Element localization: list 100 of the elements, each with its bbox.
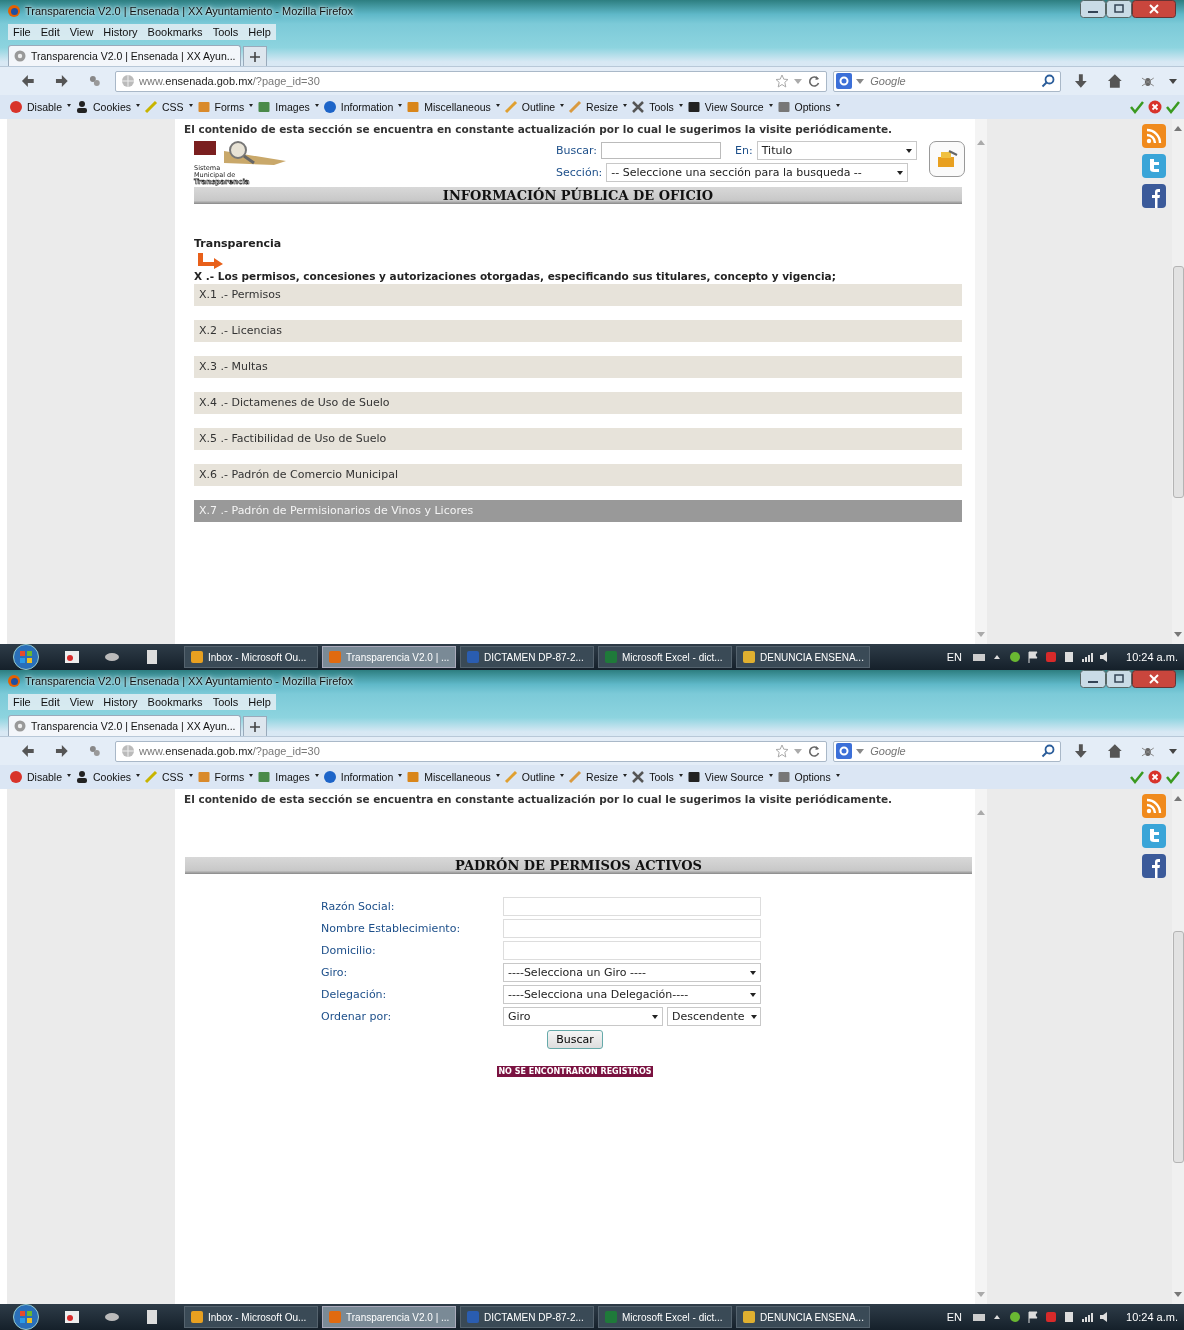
signal-icon[interactable] xyxy=(1080,1310,1094,1324)
close-icon[interactable] xyxy=(1132,670,1176,688)
menu-item[interactable]: Edit xyxy=(35,24,65,40)
checkmark-icon[interactable] xyxy=(1130,100,1144,114)
list-item[interactable]: X.1 .- Permisos xyxy=(194,284,962,306)
download-icon[interactable] xyxy=(1072,743,1089,759)
search-button[interactable] xyxy=(928,141,965,177)
toolbar-menu[interactable]: CSS xyxy=(143,770,193,784)
text-field[interactable] xyxy=(503,941,761,960)
checkmark-icon[interactable] xyxy=(1166,100,1180,114)
toolbar-menu[interactable]: Options xyxy=(776,770,840,784)
browser-tab[interactable]: Transparencia V2.0 | Ensenada | XX Ayun... xyxy=(8,45,241,66)
toolbar-menu[interactable]: Resize xyxy=(568,770,628,784)
toolbar-menu[interactable]: Forms xyxy=(196,100,254,114)
dropdown-icon[interactable] xyxy=(1168,746,1178,756)
select-field[interactable]: -- Seleccione una sección para la busqueda -- xyxy=(606,163,909,182)
menu-item[interactable]: Help xyxy=(243,694,276,710)
error-icon[interactable] xyxy=(1148,100,1162,114)
toolbar-menu[interactable]: Options xyxy=(776,100,840,114)
reload-icon[interactable] xyxy=(807,74,822,88)
bird-logo-icon[interactable] xyxy=(1142,824,1166,848)
select-field[interactable]: Titulo xyxy=(756,141,917,160)
toolbar-menu[interactable]: Images xyxy=(257,770,319,784)
toolbar-menu[interactable]: Resize xyxy=(568,100,628,114)
toolbar-menu[interactable]: Miscellaneous xyxy=(406,100,500,114)
f-logo-icon[interactable] xyxy=(1142,854,1166,878)
select-field[interactable]: Descendente xyxy=(667,1007,761,1026)
list-item[interactable]: X.3 .- Multas xyxy=(194,356,962,378)
language-indicator[interactable]: EN xyxy=(946,651,962,663)
url-field[interactable]: www.ensenada.gob.mx/?page_id=30 xyxy=(115,740,828,762)
text-field[interactable] xyxy=(503,919,761,938)
error-icon[interactable] xyxy=(1148,770,1162,784)
list-item[interactable]: X.5 .- Factibilidad de Uso de Suelo xyxy=(194,428,962,450)
checkmark-icon[interactable] xyxy=(1166,770,1180,784)
new-tab-button[interactable] xyxy=(242,46,267,66)
taskbar-item[interactable]: Inbox - Microsoft Ou... xyxy=(184,1306,318,1328)
close-icon[interactable] xyxy=(1132,0,1176,18)
toolbar-menu[interactable]: Cookies xyxy=(75,770,140,784)
reload-icon[interactable] xyxy=(807,744,822,758)
download-icon[interactable] xyxy=(1072,73,1089,89)
toolbar-menu[interactable]: Disable xyxy=(9,770,72,784)
taskbar-item[interactable]: DICTAMEN DP-87-2... xyxy=(460,1306,594,1328)
search-field[interactable]: Google xyxy=(833,70,1061,92)
scrollbar-thumb[interactable] xyxy=(1172,265,1184,498)
dropdown-icon[interactable] xyxy=(1168,76,1178,86)
start-button[interactable] xyxy=(10,1304,42,1330)
dropdown-icon[interactable] xyxy=(855,76,866,86)
app-icon[interactable] xyxy=(64,649,80,665)
scroll-up-icon[interactable] xyxy=(1174,125,1182,131)
toolbar-menu[interactable]: Tools xyxy=(631,100,683,114)
checkmark-icon[interactable] xyxy=(1130,770,1144,784)
toolbar-menu[interactable]: Information xyxy=(322,100,403,114)
taskbar-item[interactable]: DENUNCIA ENSENA... xyxy=(736,1306,870,1328)
menu-item[interactable]: History xyxy=(98,694,143,710)
taskbar-item[interactable]: Microsoft Excel - dict... xyxy=(598,1306,732,1328)
forward-icon[interactable] xyxy=(53,743,70,759)
toolbar-menu[interactable]: Images xyxy=(257,100,319,114)
home-icon[interactable] xyxy=(1106,73,1123,89)
clock[interactable]: 10:24 a.m. xyxy=(1126,651,1178,663)
menu-item[interactable]: History xyxy=(98,24,143,40)
menu-item[interactable]: View xyxy=(64,24,99,40)
menu-item[interactable]: File xyxy=(8,694,36,710)
menu-item[interactable]: Help xyxy=(243,24,276,40)
toolbar-menu[interactable]: Miscellaneous xyxy=(406,770,500,784)
select-field[interactable]: ----Selecciona un Giro ---- xyxy=(503,963,761,982)
scrollbar-thumb[interactable] xyxy=(1172,930,1184,1163)
back-icon[interactable] xyxy=(20,743,36,759)
browser-tab[interactable]: Transparencia V2.0 | Ensenada | XX Ayun... xyxy=(8,715,241,736)
device-icon[interactable] xyxy=(1062,650,1076,664)
taskbar-item[interactable]: DICTAMEN DP-87-2... xyxy=(460,646,594,668)
text-field[interactable] xyxy=(503,897,761,916)
clock[interactable]: 10:24 a.m. xyxy=(1126,1311,1178,1323)
new-tab-button[interactable] xyxy=(242,716,267,736)
signal-icon[interactable] xyxy=(1080,650,1094,664)
toolbar-menu[interactable]: CSS xyxy=(143,100,193,114)
toolbar-menu[interactable]: View Source xyxy=(686,100,773,114)
taskbar-item[interactable]: Inbox - Microsoft Ou... xyxy=(184,646,318,668)
star-icon[interactable] xyxy=(775,744,790,758)
list-item[interactable]: X.2 .- Licencias xyxy=(194,320,962,342)
scroll-down-icon[interactable] xyxy=(1174,632,1182,638)
search-input[interactable] xyxy=(601,142,722,159)
taskbar-item[interactable]: DENUNCIA ENSENA... xyxy=(736,646,870,668)
menu-item[interactable]: View xyxy=(64,694,99,710)
minimize-icon[interactable] xyxy=(1080,0,1106,18)
toolbar-menu[interactable]: Forms xyxy=(196,770,254,784)
menu-item[interactable]: Bookmarks xyxy=(142,24,208,40)
toolbar-menu[interactable]: Disable xyxy=(9,100,72,114)
toolbar-menu[interactable]: Outline xyxy=(503,770,565,784)
menu-item[interactable]: Tools xyxy=(207,24,244,40)
toolbar-menu[interactable]: Outline xyxy=(503,100,565,114)
list-item[interactable]: X.4 .- Dictamenes de Uso de Suelo xyxy=(194,392,962,414)
back-icon[interactable] xyxy=(20,73,36,89)
device-icon[interactable] xyxy=(1062,1310,1076,1324)
flag-icon[interactable] xyxy=(1026,1310,1040,1324)
search-field[interactable]: Google xyxy=(833,740,1061,762)
star-icon[interactable] xyxy=(775,74,790,88)
menu-item[interactable]: File xyxy=(8,24,36,40)
menu-item[interactable]: Edit xyxy=(35,694,65,710)
search-button[interactable]: Buscar xyxy=(547,1030,603,1049)
toolbar-menu[interactable]: Information xyxy=(322,770,403,784)
